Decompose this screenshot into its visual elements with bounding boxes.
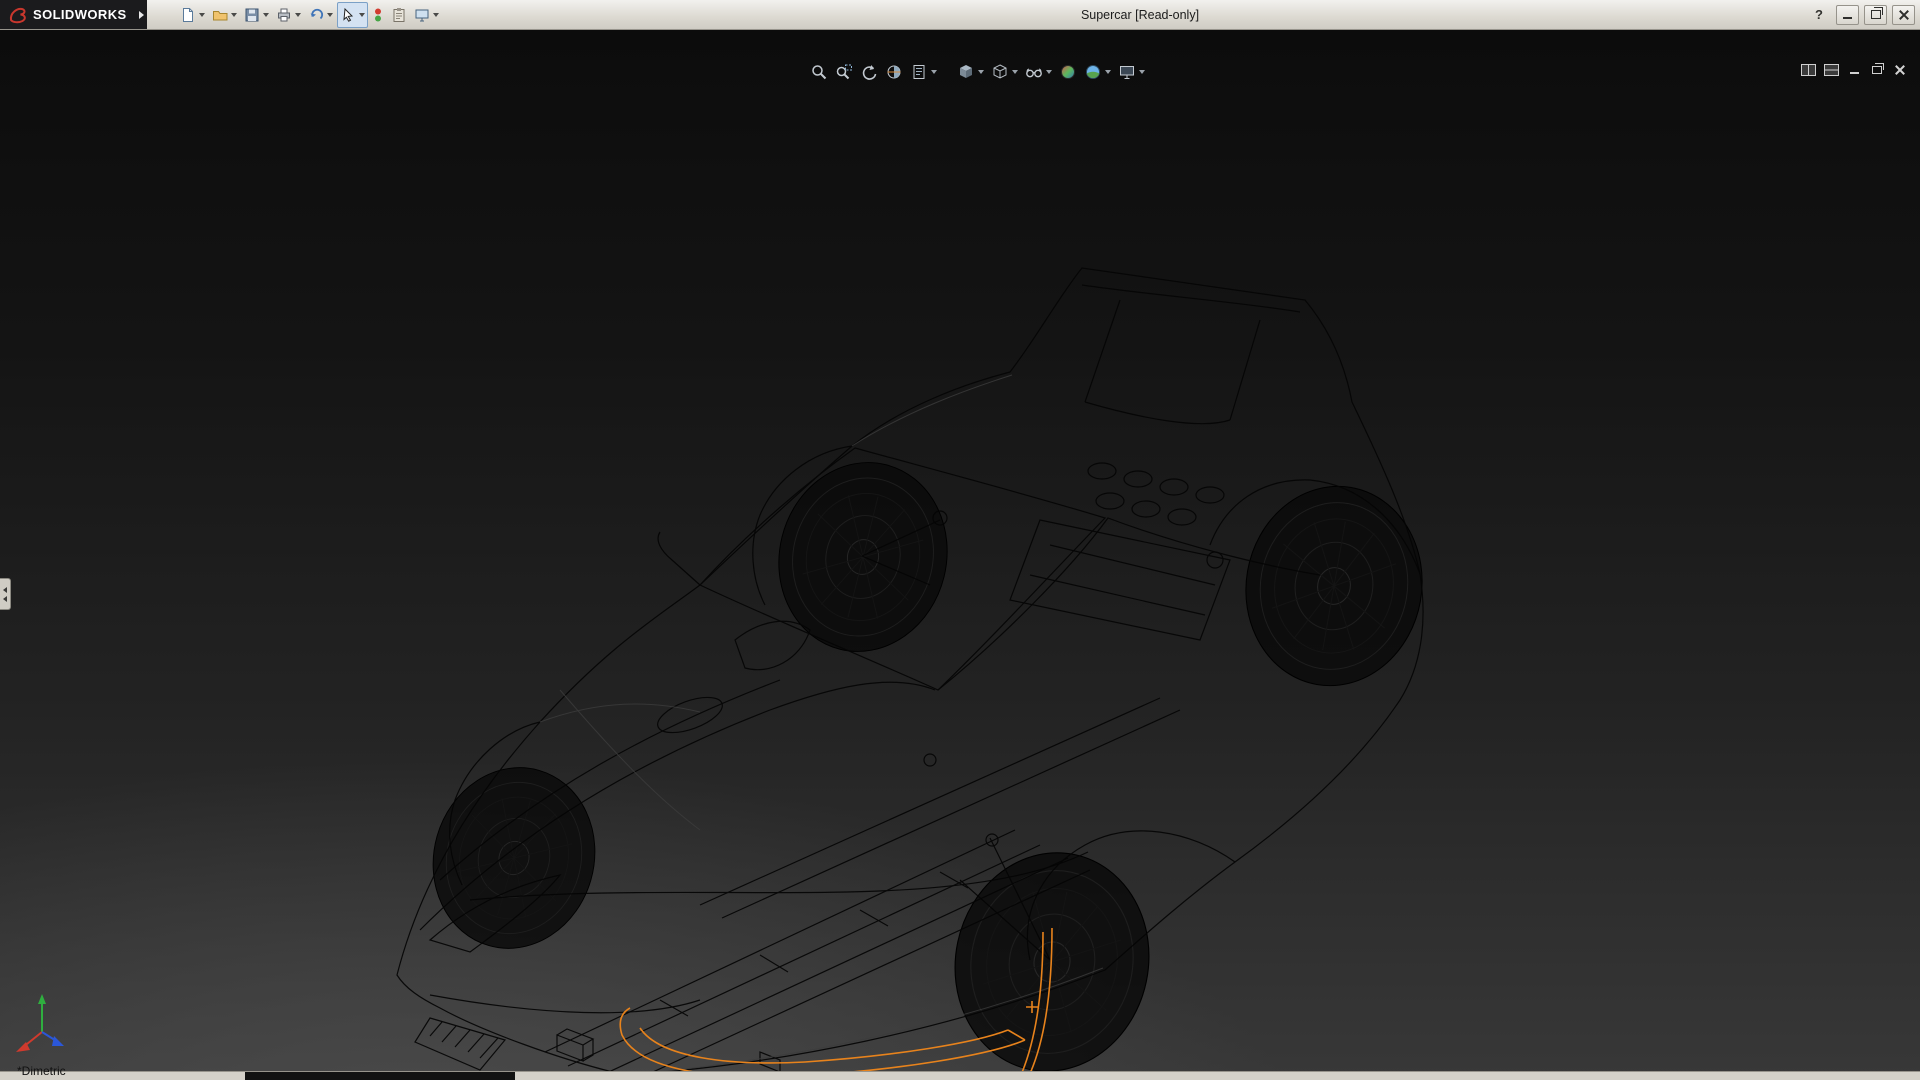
titlebar-right-controls: ? (1813, 0, 1915, 29)
main-toolbar (177, 2, 442, 28)
chevron-down-icon[interactable] (231, 13, 237, 17)
monitor-icon (414, 7, 430, 23)
apply-scene-button[interactable] (1082, 61, 1113, 83)
viewport-pane-controls (1800, 63, 1908, 77)
previous-view-button[interactable] (858, 61, 880, 83)
expand-arrow-icon (139, 11, 144, 19)
glasses-icon (1025, 63, 1043, 81)
wireframe-cube-icon (991, 63, 1009, 81)
save-button[interactable] (241, 2, 272, 28)
minimize-button[interactable] (1836, 5, 1859, 25)
close-icon (1895, 65, 1905, 75)
chevron-down-icon[interactable] (359, 13, 365, 17)
section-view-icon (885, 63, 903, 81)
view-settings-icon (1118, 63, 1136, 81)
scene-ball-icon (1084, 63, 1102, 81)
floppy-disk-icon (244, 7, 260, 23)
solidworks-logo-icon (8, 6, 28, 24)
section-view-button[interactable] (883, 61, 905, 83)
display-style-button[interactable] (989, 61, 1020, 83)
print-button[interactable] (273, 2, 304, 28)
chevron-down-icon[interactable] (1012, 70, 1018, 74)
brand-text: SOLIDWORKS (33, 7, 127, 22)
new-document-button[interactable] (177, 2, 208, 28)
zoom-to-fit-button[interactable] (808, 61, 830, 83)
chevron-down-icon[interactable] (978, 70, 984, 74)
heads-up-view-toolbar (808, 61, 1147, 83)
arrow-left-icon (3, 596, 7, 602)
view-settings-button[interactable] (1116, 61, 1147, 83)
document-restore-button[interactable] (1869, 63, 1885, 77)
view-cube-icon (957, 63, 975, 81)
color-ball-icon (1059, 63, 1077, 81)
scrollbar-thumb[interactable] (245, 1072, 515, 1080)
options-button[interactable] (411, 2, 442, 28)
printer-icon (276, 7, 292, 23)
view-orientation-label: *Dimetric (17, 1064, 66, 1078)
menu-expand-button[interactable] (136, 0, 147, 29)
window-title: Supercar [Read-only] (1081, 8, 1199, 22)
file-properties-button[interactable] (388, 2, 410, 28)
annotation-views-button[interactable] (908, 61, 939, 83)
car-wireframe-model (0, 29, 1920, 1072)
minimize-icon (1843, 17, 1852, 19)
chevron-down-icon[interactable] (263, 13, 269, 17)
rebuild-button[interactable] (369, 2, 387, 28)
red-green-lights-icon (372, 7, 384, 23)
chevron-down-icon[interactable] (1139, 70, 1145, 74)
arrow-left-icon (3, 587, 7, 593)
viewport-canvas[interactable]: *Dimetric (0, 29, 1920, 1080)
document-minimize-button[interactable] (1846, 63, 1862, 77)
previous-view-icon (860, 63, 878, 81)
view-orientation-button[interactable] (955, 61, 986, 83)
chevron-down-icon[interactable] (931, 70, 937, 74)
zoom-to-area-button[interactable] (833, 61, 855, 83)
restore-icon (1872, 66, 1882, 74)
annotation-views-icon (910, 63, 928, 81)
chevron-down-icon[interactable] (199, 13, 205, 17)
split-pane-horizontal-icon (1824, 64, 1839, 76)
close-button[interactable] (1892, 5, 1915, 25)
undo-button[interactable] (305, 2, 336, 28)
minimize-icon (1850, 72, 1859, 74)
split-pane-horizontal-button[interactable] (1823, 63, 1839, 77)
orientation-triad (8, 984, 98, 1054)
magnifier-icon (810, 63, 828, 81)
undo-arrow-icon (308, 7, 324, 23)
chevron-down-icon[interactable] (295, 13, 301, 17)
split-pane-vertical-icon (1801, 64, 1816, 76)
select-button[interactable] (337, 2, 368, 28)
folder-icon (212, 7, 228, 23)
split-pane-vertical-button[interactable] (1800, 63, 1816, 77)
titlebar: SOLIDWORKS (0, 0, 1920, 30)
cursor-arrow-icon (340, 7, 356, 23)
chevron-down-icon[interactable] (327, 13, 333, 17)
restore-icon (1871, 10, 1881, 19)
open-button[interactable] (209, 2, 240, 28)
help-button[interactable]: ? (1813, 7, 1831, 22)
chevron-down-icon[interactable] (1105, 70, 1111, 74)
horizontal-scrollbar[interactable] (0, 1071, 1920, 1080)
magnifier-area-icon (835, 63, 853, 81)
feature-manager-collapse-tab[interactable] (0, 578, 11, 610)
edit-appearance-button[interactable] (1057, 61, 1079, 83)
restore-button[interactable] (1864, 5, 1887, 25)
page-icon (180, 7, 196, 23)
chevron-down-icon[interactable] (1046, 70, 1052, 74)
clipboard-icon (391, 7, 407, 23)
chevron-down-icon[interactable] (433, 13, 439, 17)
solidworks-logo: SOLIDWORKS (0, 0, 136, 29)
close-icon (1899, 10, 1909, 20)
document-close-button[interactable] (1892, 63, 1908, 77)
hide-show-items-button[interactable] (1023, 61, 1054, 83)
